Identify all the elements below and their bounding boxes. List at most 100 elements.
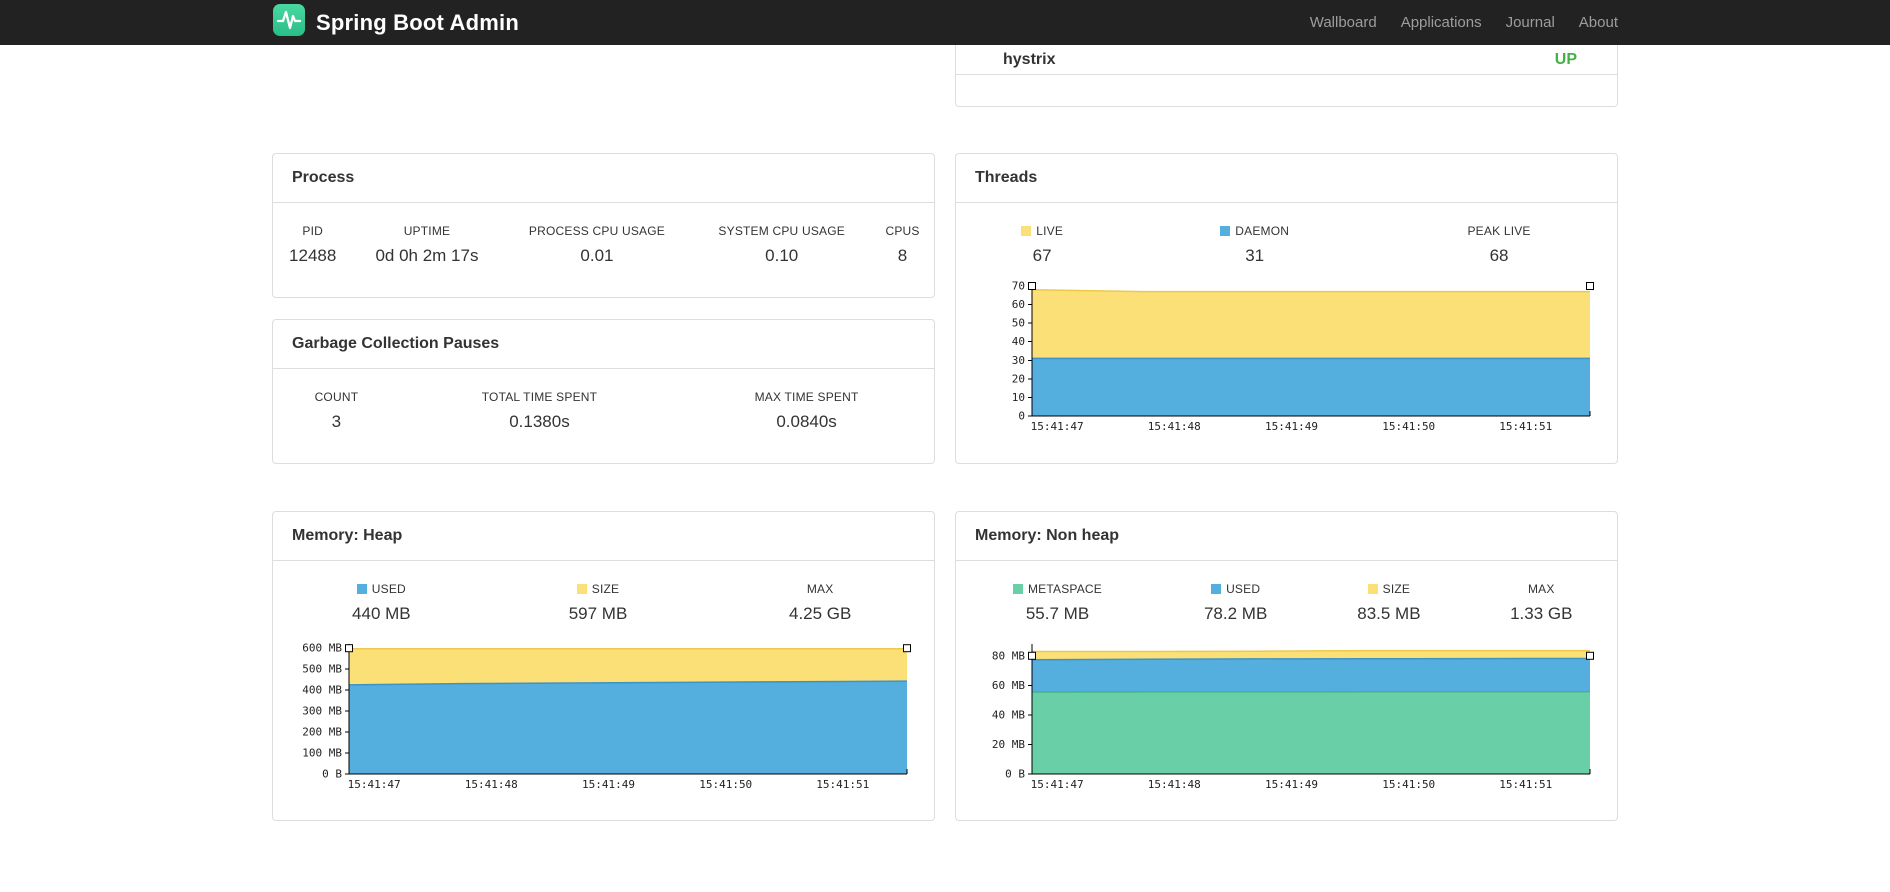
- daemon-legend-swatch-icon: [1220, 226, 1231, 236]
- metric-value: 0.1380s: [509, 412, 570, 431]
- svg-text:15:41:49: 15:41:49: [1265, 420, 1318, 433]
- svg-text:15:41:50: 15:41:50: [1382, 778, 1435, 791]
- metric-value: 4.25 GB: [788, 604, 852, 623]
- application-name: hystrix: [1003, 50, 1056, 68]
- metric-value: 8: [897, 246, 908, 265]
- metric-value: 67: [1032, 246, 1052, 265]
- svg-text:15:41:48: 15:41:48: [1148, 420, 1201, 433]
- svg-text:0 B: 0 B: [322, 768, 342, 781]
- svg-text:10: 10: [1012, 391, 1025, 404]
- svg-text:15:41:49: 15:41:49: [1265, 778, 1318, 791]
- left-column: Process PID UPTIME PROCESS CPU USAGE SYS…: [272, 45, 935, 821]
- svg-text:60 MB: 60 MB: [992, 679, 1025, 692]
- nav-link-applications[interactable]: Applications: [1389, 14, 1494, 31]
- metric-label: METASPACE: [956, 561, 1159, 596]
- process-panel-title: Process: [273, 154, 934, 203]
- metric-value: 0d 0h 2m 17s: [375, 246, 479, 265]
- svg-text:15:41:47: 15:41:47: [1031, 778, 1084, 791]
- svg-text:0 B: 0 B: [1005, 768, 1025, 781]
- size-legend-swatch-icon: [1367, 584, 1378, 594]
- metric-value: 1.33 GB: [1510, 604, 1573, 623]
- svg-text:20 MB: 20 MB: [992, 738, 1025, 751]
- svg-text:15:41:47: 15:41:47: [348, 778, 401, 791]
- nav-link-journal[interactable]: Journal: [1494, 14, 1567, 31]
- svg-text:500 MB: 500 MB: [302, 663, 342, 676]
- svg-text:200 MB: 200 MB: [302, 726, 342, 739]
- svg-text:15:41:51: 15:41:51: [816, 778, 869, 791]
- metric-label: UPTIME: [403, 224, 451, 238]
- svg-text:30: 30: [1012, 354, 1025, 367]
- threads-chart: 0 10 20 30 40 50 60 70 15:41:47 15:41:48 15:41:49 1…: [956, 278, 1617, 438]
- main-content: Process PID UPTIME PROCESS CPU USAGE SYS…: [272, 45, 1618, 821]
- memory-heap-chart-svg: 0 B 100 MB 200 MB 300 MB 400 MB 500 MB 600 MB 1…: [302, 642, 911, 791]
- metric-value: 440 MB: [352, 604, 411, 623]
- app-logo-icon: [272, 3, 306, 42]
- right-column: hystrix UP Threads LIVE DAEMON PEAK LIVE…: [955, 45, 1618, 821]
- metric-value: 0.01: [580, 246, 614, 265]
- svg-text:15:41:47: 15:41:47: [1031, 420, 1084, 433]
- metric-label: SIZE: [1312, 561, 1465, 596]
- brand-link[interactable]: Spring Boot Admin: [272, 3, 519, 42]
- memory-nonheap-panel: Memory: Non heap METASPACE USED SIZE MAX…: [955, 511, 1618, 821]
- metric-label: PID: [302, 224, 323, 238]
- svg-text:600 MB: 600 MB: [302, 642, 342, 655]
- svg-text:15:41:50: 15:41:50: [699, 778, 752, 791]
- svg-text:40: 40: [1012, 335, 1025, 348]
- svg-text:15:41:51: 15:41:51: [1499, 420, 1552, 433]
- metric-label: LIVE: [956, 203, 1128, 238]
- status-badge: UP: [1554, 50, 1577, 68]
- used-legend-swatch-icon: [1211, 584, 1222, 594]
- svg-text:60: 60: [1012, 298, 1025, 311]
- nav-link-about[interactable]: About: [1567, 14, 1618, 31]
- gc-pauses-panel-title: Garbage Collection Pauses: [273, 320, 934, 369]
- heap-legend: USED SIZE MAX 440 MB 597 MB 4.25 GB: [273, 561, 934, 636]
- svg-text:15:41:50: 15:41:50: [1382, 420, 1435, 433]
- metric-label: PEAK LIVE: [1467, 224, 1531, 238]
- navbar: Spring Boot Admin Wallboard Applications…: [0, 0, 1890, 45]
- metric-value: 3: [331, 412, 342, 431]
- metric-value: 55.7 MB: [1025, 604, 1090, 623]
- svg-text:15:41:48: 15:41:48: [1148, 778, 1201, 791]
- nav-link-wallboard[interactable]: Wallboard: [1298, 14, 1389, 31]
- svg-text:20: 20: [1012, 372, 1025, 385]
- process-panel: Process PID UPTIME PROCESS CPU USAGE SYS…: [272, 153, 935, 298]
- svg-text:70: 70: [1012, 280, 1025, 293]
- metric-label: CPUS: [885, 224, 920, 238]
- metric-label: MAX TIME SPENT: [754, 390, 859, 404]
- metaspace-legend-swatch-icon: [1012, 584, 1023, 594]
- metric-label: MAX: [1527, 582, 1555, 596]
- svg-text:50: 50: [1012, 317, 1025, 330]
- threads-chart-svg: 0 10 20 30 40 50 60 70 15:41:47 15:41:48 15:41:49 1…: [1012, 280, 1594, 433]
- memory-heap-chart: 0 B 100 MB 200 MB 300 MB 400 MB 500 MB 600 MB 1…: [273, 636, 934, 796]
- svg-text:400 MB: 400 MB: [302, 684, 342, 697]
- memory-heap-panel: Memory: Heap USED SIZE MAX 440 MB 597 MB…: [272, 511, 935, 821]
- threads-panel: Threads LIVE DAEMON PEAK LIVE 67 31 68 0…: [955, 153, 1618, 464]
- svg-text:100 MB: 100 MB: [302, 747, 342, 760]
- metric-value: 68: [1489, 246, 1509, 265]
- memory-nonheap-chart: 0 B 20 MB 40 MB 60 MB 80 MB 15:41:47 15:41:48 1…: [956, 636, 1617, 796]
- metric-label: USED: [1159, 561, 1312, 596]
- metric-label: USED: [273, 561, 490, 596]
- svg-text:15:41:49: 15:41:49: [582, 778, 635, 791]
- brand-title: Spring Boot Admin: [316, 9, 520, 35]
- metric-value: 0.0840s: [776, 412, 837, 431]
- metric-label: DAEMON: [1128, 203, 1381, 238]
- threads-legend: LIVE DAEMON PEAK LIVE 67 31 68: [956, 203, 1617, 278]
- svg-text:15:41:48: 15:41:48: [465, 778, 518, 791]
- metric-label: PROCESS CPU USAGE: [528, 224, 665, 238]
- nav-links: Wallboard Applications Journal About: [1298, 14, 1618, 31]
- svg-text:80 MB: 80 MB: [992, 649, 1025, 662]
- metric-value: 0.10: [765, 246, 799, 265]
- gc-pauses-panel: Garbage Collection Pauses COUNT TOTAL TI…: [272, 319, 935, 464]
- metric-label: SYSTEM CPU USAGE: [718, 224, 845, 238]
- metric-value: 597 MB: [568, 604, 628, 623]
- memory-nonheap-panel-title: Memory: Non heap: [956, 512, 1617, 561]
- svg-text:300 MB: 300 MB: [302, 705, 342, 718]
- size-legend-swatch-icon: [576, 584, 587, 594]
- gc-metrics: COUNT TOTAL TIME SPENT MAX TIME SPENT 3 …: [273, 369, 934, 444]
- live-legend-swatch-icon: [1021, 226, 1032, 236]
- metric-label: COUNT: [314, 390, 359, 404]
- metric-value: 83.5 MB: [1357, 604, 1421, 623]
- application-row-hystrix[interactable]: hystrix UP: [956, 45, 1617, 75]
- metric-value: 31: [1245, 246, 1265, 265]
